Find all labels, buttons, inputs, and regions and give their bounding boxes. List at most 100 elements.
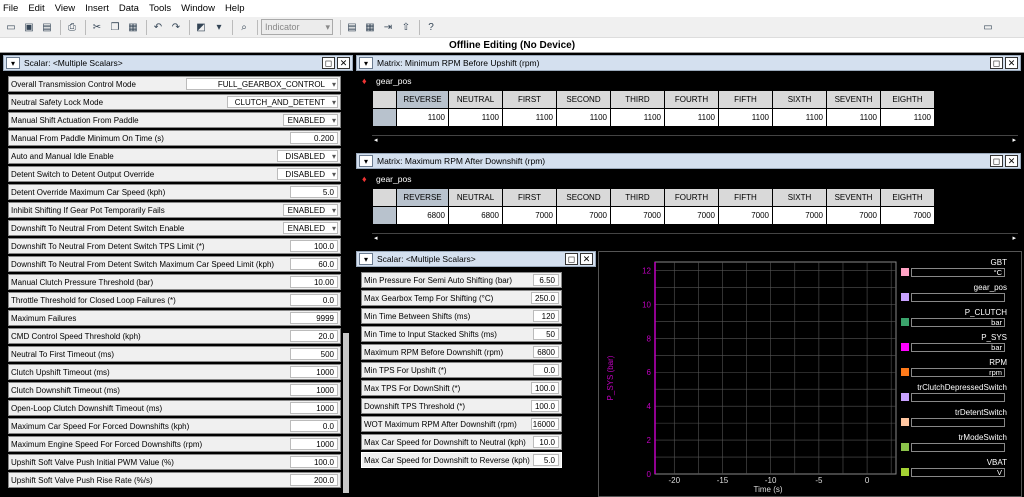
open-folder-icon[interactable]: ▣	[21, 19, 37, 35]
chevron-down-icon[interactable]: ▾	[359, 253, 373, 265]
scalar-value-input[interactable]: 1000	[290, 366, 338, 378]
left-scrollbar[interactable]	[341, 73, 351, 495]
undo-icon[interactable]: ↶	[150, 19, 166, 35]
scalar-row[interactable]: Min Pressure For Semi Auto Shifting (bar…	[361, 272, 562, 288]
save-icon[interactable]: ▤	[39, 19, 55, 35]
scalar-enum-select[interactable]: CLUTCH_AND_DETENT	[226, 96, 338, 108]
cut-icon[interactable]: ✂	[89, 19, 105, 35]
restore-icon[interactable]: ◻	[322, 57, 335, 69]
scalar-value-input[interactable]: 100.0	[531, 400, 559, 412]
export-icon[interactable]: ⇥	[380, 19, 396, 35]
menu-item-file[interactable]: File	[3, 3, 18, 14]
scalar-row[interactable]: Downshift To Neutral From Detent Switch …	[8, 256, 341, 272]
scalar-row[interactable]: Throttle Threshold for Closed Loop Failu…	[8, 292, 341, 308]
new-file-icon[interactable]: ▭	[3, 19, 19, 35]
scalar-row[interactable]: Clutch Upshift Timeout (ms) 1000	[8, 364, 341, 380]
chart-view-icon[interactable]: ◩	[193, 19, 209, 35]
menu-item-edit[interactable]: Edit	[28, 3, 44, 14]
menu-item-insert[interactable]: Insert	[85, 3, 109, 14]
scalar-row[interactable]: Max Gearbox Temp For Shifting (°C) 250.0	[361, 290, 562, 306]
scalar-value-input[interactable]: 20.0	[290, 330, 338, 342]
close-icon[interactable]: ✕	[1005, 155, 1018, 167]
scalar-value-input[interactable]: 16000	[531, 418, 559, 430]
matrix-col-header[interactable]: REVERSE	[396, 90, 449, 109]
scalar-row[interactable]: Open-Loop Clutch Downshift Timeout (ms) 1…	[8, 400, 341, 416]
paste-icon[interactable]: ▦	[125, 19, 141, 35]
scalar-row[interactable]: Max Car Speed for Downshift to Neutral (…	[361, 434, 562, 450]
scalar-row[interactable]: Min TPS For Upshift (*) 0.0	[361, 362, 562, 378]
matrix-col-header[interactable]: FIFTH	[718, 188, 773, 207]
scalar-value-input[interactable]: 100.0	[290, 456, 338, 468]
indicator-combo[interactable]: Indicator	[261, 19, 333, 35]
scalar-row[interactable]: Max Car Speed for Downshift to Reverse (…	[361, 452, 562, 468]
upload-icon[interactable]: ⇧	[398, 19, 414, 35]
matrix-col-header[interactable]: FIRST	[502, 188, 557, 207]
matrix-cell[interactable]: 7000	[718, 206, 773, 225]
scalar-value-input[interactable]: 100.0	[531, 382, 559, 394]
scalar-value-input[interactable]: 10.00	[290, 276, 338, 288]
scalar-row[interactable]: Maximum RPM Before Downshift (rpm) 6800	[361, 344, 562, 360]
menu-item-view[interactable]: View	[55, 3, 75, 14]
scalar-value-input[interactable]: 1000	[290, 384, 338, 396]
scalar-row[interactable]: Downshift To Neutral From Detent Switch …	[8, 238, 341, 254]
chevron-down-icon[interactable]: ▾	[359, 155, 373, 167]
matrix-cell[interactable]: 7000	[556, 206, 611, 225]
matrix-cell[interactable]: 1100	[664, 108, 719, 127]
matrix-cell[interactable]: 1100	[880, 108, 935, 127]
close-icon[interactable]: ✕	[1005, 57, 1018, 69]
scalar-row[interactable]: Detent Override Maximum Car Speed (kph) 5…	[8, 184, 341, 200]
scalar-enum-select[interactable]: FULL_GEARBOX_CONTROL	[186, 78, 338, 90]
scalar-row[interactable]: Manual From Paddle Minimum On Time (s) 0.…	[8, 130, 341, 146]
scalar-enum-select[interactable]: ENABLED	[282, 114, 338, 126]
scalar-row[interactable]: Manual Clutch Pressure Threshold (bar) 10…	[8, 274, 341, 290]
matrix-col-header[interactable]: FIRST	[502, 90, 557, 109]
scalar-value-input[interactable]: 120	[533, 310, 559, 322]
matrix-cell[interactable]: 1100	[826, 108, 881, 127]
menu-item-data[interactable]: Data	[119, 3, 139, 14]
matrix1-hscroll[interactable]: ◂ ▸	[372, 135, 1018, 145]
scalar-value-input[interactable]: 50	[533, 328, 559, 340]
scalar-value-input[interactable]: 10.0	[533, 436, 559, 448]
scalar-row[interactable]: WOT Maximum RPM After Downshift (rpm) 160…	[361, 416, 562, 432]
matrix-col-header[interactable]: SEVENTH	[826, 188, 881, 207]
help-icon[interactable]: ?	[423, 19, 439, 35]
find-icon[interactable]: ⌕	[236, 19, 252, 35]
matrix-cell[interactable]: 7000	[772, 206, 827, 225]
scalar-value-input[interactable]: 100.0	[290, 240, 338, 252]
matrix-cell[interactable]: 1100	[396, 108, 449, 127]
scalar-enum-select[interactable]: DISABLED	[277, 168, 338, 180]
scalar-row[interactable]: Downshift To Neutral From Detent Switch …	[8, 220, 341, 236]
scalar-value-input[interactable]: 0.200	[290, 132, 338, 144]
restore-icon[interactable]: ◻	[990, 57, 1003, 69]
scalar-enum-select[interactable]: ENABLED	[282, 204, 338, 216]
scalar-value-input[interactable]: 6800	[533, 346, 559, 358]
matrix-cell[interactable]: 1100	[718, 108, 773, 127]
scalar-value-input[interactable]: 0.0	[533, 364, 559, 376]
scalar-row[interactable]: Maximum Failures 9999	[8, 310, 341, 326]
scalar-value-input[interactable]: 9999	[290, 312, 338, 324]
redo-icon[interactable]: ↷	[168, 19, 184, 35]
scalar-row[interactable]: Manual Shift Actuation From Paddle ENABLE…	[8, 112, 341, 128]
scalar-value-input[interactable]: 5.0	[290, 186, 338, 198]
matrix-col-header[interactable]: FIFTH	[718, 90, 773, 109]
device-icon[interactable]: ▭	[980, 19, 996, 35]
restore-icon[interactable]: ◻	[990, 155, 1003, 167]
scalar-row[interactable]: Inhibit Shifting If Gear Pot Temporarily…	[8, 202, 341, 218]
menu-item-tools[interactable]: Tools	[149, 3, 171, 14]
scalar-row[interactable]: Min Time to Input Stacked Shifts (ms) 50	[361, 326, 562, 342]
matrix-col-header[interactable]: THIRD	[610, 188, 665, 207]
close-icon[interactable]: ✕	[337, 57, 350, 69]
table-icon[interactable]: ▦	[362, 19, 378, 35]
scalar-row[interactable]: Auto and Manual Idle Enable DISABLED	[8, 148, 341, 164]
scalar-row[interactable]: Min Time Between Shifts (ms) 120	[361, 308, 562, 324]
scalar-value-input[interactable]: 0.0	[290, 420, 338, 432]
scalar-value-input[interactable]: 6.50	[533, 274, 559, 286]
scalar-enum-select[interactable]: DISABLED	[277, 150, 338, 162]
matrix-cell[interactable]: 7000	[502, 206, 557, 225]
copy-icon[interactable]: ❐	[107, 19, 123, 35]
scalar-value-input[interactable]: 1000	[290, 438, 338, 450]
matrix-col-header[interactable]: SIXTH	[772, 90, 827, 109]
scalar-enum-select[interactable]: ENABLED	[282, 222, 338, 234]
matrix-col-header[interactable]: FOURTH	[664, 90, 719, 109]
time-chart[interactable]: P_SYS (bar) Time (s) 0 2 4 6 8 10 12 -20 -15 -10 -…	[599, 252, 899, 496]
